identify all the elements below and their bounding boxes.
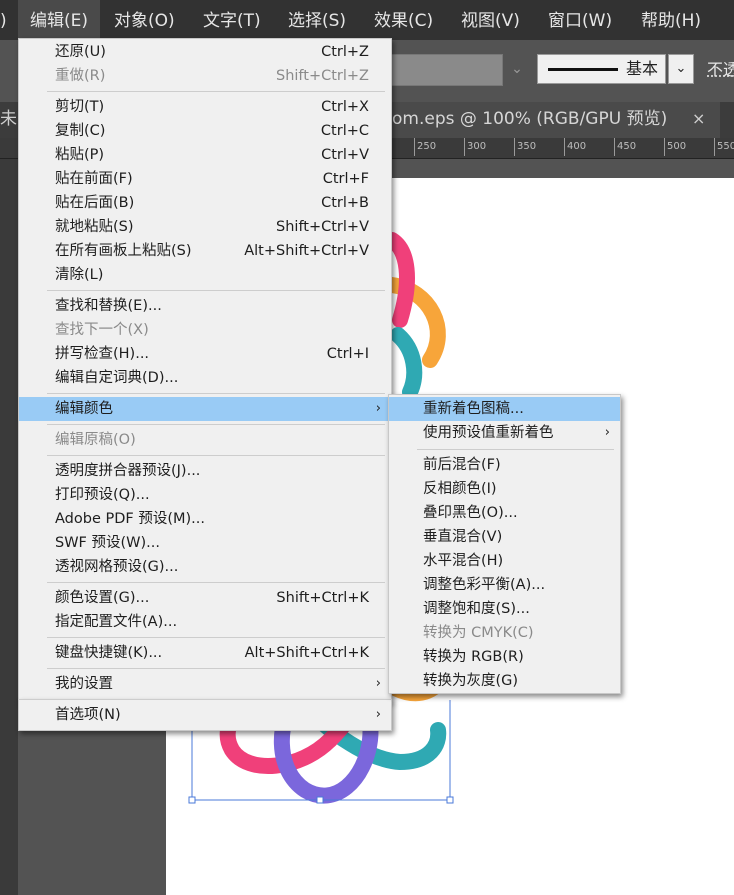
chevron-right-icon: › <box>375 707 381 722</box>
menu-separator <box>47 290 385 291</box>
menu-item-color-settings[interactable]: 颜色设置(G)... Shift+Ctrl+K <box>19 586 391 610</box>
menu-item-recolor-artwork[interactable]: 重新着色图稿... <box>389 397 620 421</box>
menu-item-redo: 重做(R) Shift+Ctrl+Z <box>55 68 369 84</box>
menu-item-saturate[interactable]: 调整饱和度(S)... <box>389 597 620 621</box>
menu-item-paste[interactable]: 粘贴(P) Ctrl+V <box>19 143 391 167</box>
edit-menu-footer: 首选项(N) › <box>18 699 392 731</box>
menu-item-find-replace[interactable]: 查找和替换(E)... <box>19 294 391 318</box>
menu-item-paste-in-back[interactable]: 贴在后面(B) Ctrl+B <box>19 191 391 215</box>
menu-item-blend-horizontally[interactable]: 水平混合(H) <box>389 549 620 573</box>
menu-item-convert-rgb[interactable]: 转换为 RGB(R) <box>389 645 620 669</box>
menu-separator <box>47 393 385 394</box>
menu-separator <box>47 668 385 669</box>
menu-item-recolor-with-preset[interactable]: 使用预设值重新着色 › <box>389 421 620 445</box>
menu-item-perspective-grid-presets[interactable]: 透视网格预设(G)... <box>19 555 391 579</box>
menu-item-invert-colors[interactable]: 反相颜色(I) <box>389 477 620 501</box>
selection-handle <box>316 796 324 804</box>
menu-item-overprint-black[interactable]: 叠印黑色(O)... <box>389 501 620 525</box>
menu-separator <box>47 582 385 583</box>
selection-handle <box>446 796 454 804</box>
menu-item-copy[interactable]: 复制(C) Ctrl+C <box>19 119 391 143</box>
menu-item-print-presets[interactable]: 打印预设(Q)... <box>19 483 391 507</box>
menu-item-convert-cmyk: 转换为 CMYK(C) <box>423 625 534 641</box>
menu-item-blend-front-to-back[interactable]: 前后混合(F) <box>389 453 620 477</box>
menu-item-adjust-color-balance[interactable]: 调整色彩平衡(A)... <box>389 573 620 597</box>
chevron-right-icon: › <box>604 425 610 440</box>
menu-item-paste-in-place[interactable]: 就地粘贴(S) Shift+Ctrl+V <box>19 215 391 239</box>
menu-item-transparency-flattener[interactable]: 透明度拼合器预设(J)... <box>19 459 391 483</box>
chevron-right-icon: › <box>375 676 381 691</box>
artwork-teal-loop <box>390 327 423 400</box>
menu-item-edit-dictionary[interactable]: 编辑自定词典(D)... <box>19 366 391 390</box>
menu-separator <box>47 91 385 92</box>
menu-separator <box>47 637 385 638</box>
edit-colors-submenu: 重新着色图稿... 使用预设值重新着色 › 前后混合(F) 反相颜色(I) 叠印黑… <box>388 394 621 694</box>
menu-item-spell-check[interactable]: 拼写检查(H)... Ctrl+I <box>19 342 391 366</box>
menu-separator <box>417 449 614 450</box>
menu-item-undo[interactable]: 还原(U) Ctrl+Z <box>19 40 391 64</box>
menu-item-find-next: 查找下一个(X) <box>55 322 149 338</box>
menu-separator <box>47 424 385 425</box>
menu-item-pdf-presets[interactable]: Adobe PDF 预设(M)... <box>19 507 391 531</box>
chevron-right-icon: › <box>375 401 381 416</box>
menu-item-assign-profile[interactable]: 指定配置文件(A)... <box>19 610 391 634</box>
menu-item-cut[interactable]: 剪切(T) Ctrl+X <box>19 95 391 119</box>
menu-item-blend-vertically[interactable]: 垂直混合(V) <box>389 525 620 549</box>
menu-separator <box>47 455 385 456</box>
menu-item-swf-presets[interactable]: SWF 预设(W)... <box>19 531 391 555</box>
edit-menu: 还原(U) Ctrl+Z 重做(R) Shift+Ctrl+Z 剪切(T) Ctrl+… <box>18 38 392 702</box>
menu-item-paste-in-front[interactable]: 贴在前面(F) Ctrl+F <box>19 167 391 191</box>
menu-item-my-settings[interactable]: 我的设置 › <box>19 672 391 696</box>
menu-item-edit-original: 编辑原稿(O) <box>55 432 136 448</box>
menu-item-keyboard-shortcuts[interactable]: 键盘快捷键(K)... Alt+Shift+Ctrl+K <box>19 641 391 665</box>
menu-item-preferences[interactable]: 首选项(N) › <box>19 703 391 727</box>
menu-item-paste-all-artboards[interactable]: 在所有画板上粘贴(S) Alt+Shift+Ctrl+V <box>19 239 391 263</box>
menu-item-clear[interactable]: 清除(L) <box>19 263 391 287</box>
menu-item-edit-colors[interactable]: 编辑颜色 › <box>19 397 391 421</box>
menu-item-convert-grayscale[interactable]: 转换为灰度(G) <box>389 669 620 693</box>
selection-handle <box>188 796 196 804</box>
